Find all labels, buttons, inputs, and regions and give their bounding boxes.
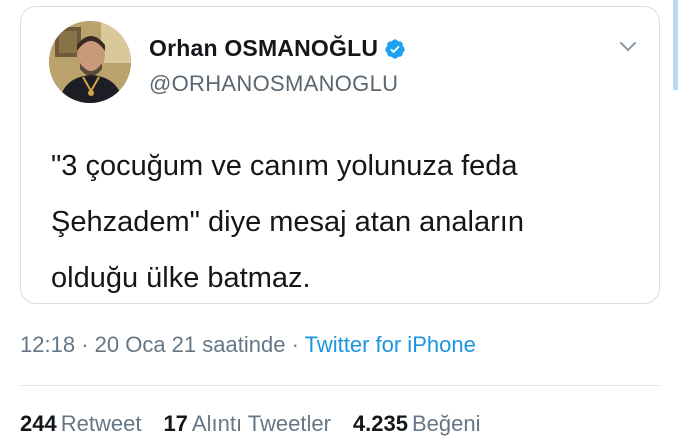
- scrollbar[interactable]: [673, 0, 678, 90]
- likes-label: Beğeni: [411, 411, 481, 436]
- tweet-card[interactable]: Orhan OSMANOĞLU @ORHANOSMANOGLU "3 çocuğ…: [20, 6, 660, 304]
- quotes-label: Alıntı Tweetler: [191, 411, 331, 436]
- author-name-row: Orhan OSMANOĞLU: [149, 35, 406, 62]
- tweet-source-link[interactable]: Twitter for iPhone: [305, 332, 476, 357]
- meta-separator: ·: [291, 332, 299, 357]
- display-name[interactable]: Orhan OSMANOĞLU: [149, 35, 378, 62]
- tweet-time[interactable]: 12:18: [20, 332, 75, 357]
- tweet-meta: 12:18 · 20 Oca 21 saatinde · Twitter for…: [20, 332, 476, 358]
- likes-stat[interactable]: 4.235 Beğeni: [353, 411, 481, 437]
- verified-badge-icon: [384, 38, 406, 60]
- retweets-count: 244: [20, 411, 57, 436]
- tweet-detail-page: Orhan OSMANOĞLU @ORHANOSMANOGLU "3 çocuğ…: [0, 0, 680, 445]
- retweets-stat[interactable]: 244 Retweet: [20, 411, 141, 437]
- likes-count: 4.235: [352, 411, 408, 436]
- meta-separator: ·: [81, 332, 89, 357]
- retweets-label: Retweet: [60, 411, 142, 436]
- quotes-count: 17: [163, 411, 188, 436]
- chevron-down-icon[interactable]: [619, 41, 637, 53]
- tweet-text: "3 çocuğum ve canım yolunuza feda Şehzad…: [51, 150, 524, 294]
- author-handle[interactable]: @ORHANOSMANOGLU: [149, 71, 398, 97]
- profile-photo: [49, 21, 131, 103]
- avatar[interactable]: [49, 21, 131, 103]
- tweet-date[interactable]: 20 Oca 21 saatinde: [95, 332, 286, 357]
- divider: [20, 385, 660, 386]
- tweet-stats: 244 Retweet 17 Alıntı Tweetler 4.235 Beğeni: [20, 411, 481, 437]
- quote-tweets-stat[interactable]: 17 Alıntı Tweetler: [163, 411, 330, 437]
